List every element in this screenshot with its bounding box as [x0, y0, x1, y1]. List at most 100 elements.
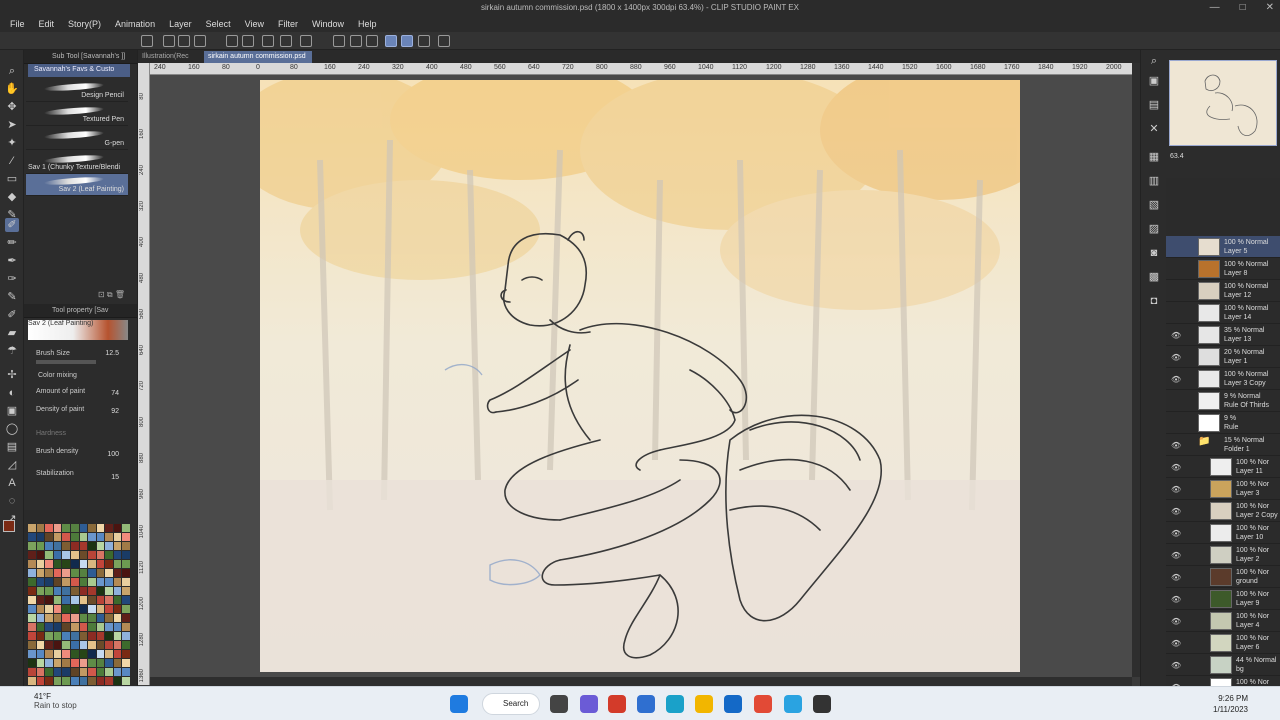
amount-of-paint-value[interactable]: 74	[111, 390, 119, 397]
color-swatch[interactable]	[28, 659, 36, 667]
color-swatch[interactable]	[45, 605, 53, 613]
color-swatch[interactable]	[105, 614, 113, 622]
airbrush-icon[interactable]: ✒	[5, 254, 19, 268]
color-swatch[interactable]	[105, 587, 113, 595]
color-swatch[interactable]	[79, 650, 88, 658]
color-swatch[interactable]	[70, 533, 79, 541]
color-swatch[interactable]	[88, 542, 96, 550]
color-swatch[interactable]	[122, 605, 130, 613]
color-swatch[interactable]	[62, 533, 70, 541]
edge-icon[interactable]	[666, 695, 684, 713]
auto-select-icon[interactable]: ✦	[5, 136, 19, 150]
layer-row[interactable]: 👁 100 % Nor ground	[1166, 566, 1280, 588]
color-swatch[interactable]	[105, 569, 113, 577]
color-swatch[interactable]	[96, 614, 105, 622]
color-swatch[interactable]	[88, 641, 96, 649]
layer-row[interactable]: 100 % Normal Layer 5	[1166, 236, 1280, 258]
color-swatch[interactable]	[79, 668, 88, 676]
selection-icon[interactable]: ▭	[5, 172, 19, 186]
save-icon[interactable]	[194, 35, 206, 47]
menu-help[interactable]: Help	[358, 19, 377, 29]
color-swatch[interactable]	[53, 551, 62, 559]
color-swatch[interactable]	[62, 668, 70, 676]
color-swatch[interactable]	[70, 623, 79, 631]
color-swatch[interactable]	[96, 632, 105, 640]
layer-visibility-icon[interactable]: 👁	[1171, 485, 1181, 494]
color-swatch[interactable]	[70, 650, 79, 658]
color-swatch[interactable]	[28, 614, 36, 622]
color-swatch[interactable]	[88, 668, 96, 676]
material-icon[interactable]: ▣	[1147, 74, 1161, 88]
color-swatch[interactable]	[105, 560, 113, 568]
layer-visibility-icon[interactable]: 👁	[1171, 529, 1181, 538]
color-swatch[interactable]	[96, 605, 105, 613]
ruler-icon[interactable]: ◿	[5, 458, 19, 472]
color-swatch[interactable]	[105, 632, 113, 640]
color-swatch[interactable]	[113, 659, 122, 667]
menu-animation[interactable]: Animation	[115, 19, 155, 29]
undo-icon[interactable]	[226, 35, 238, 47]
menu-select[interactable]: Select	[206, 19, 231, 29]
color-swatch[interactable]	[122, 551, 130, 559]
color-swatch[interactable]	[79, 524, 88, 532]
color-swatch[interactable]	[62, 560, 70, 568]
color-swatch[interactable]	[70, 560, 79, 568]
color-swatch[interactable]	[79, 551, 88, 559]
layer-visibility-icon[interactable]: 👁	[1171, 353, 1181, 362]
color-swatch[interactable]	[113, 578, 122, 586]
layer-row[interactable]: 👁 100 % Nor Layer 2	[1166, 544, 1280, 566]
layer-visibility-icon[interactable]: 👁	[1171, 617, 1181, 626]
color-swatch[interactable]	[45, 533, 53, 541]
color-swatch[interactable]	[88, 677, 96, 685]
color-swatch[interactable]	[113, 569, 122, 577]
color-swatch[interactable]	[62, 596, 70, 604]
color-swatch[interactable]	[62, 524, 70, 532]
color-swatch[interactable]	[122, 578, 130, 586]
figure-icon[interactable]: ✢	[5, 368, 19, 382]
menu-file[interactable]: File	[10, 19, 25, 29]
color-swatch[interactable]	[113, 677, 122, 685]
color-swatch[interactable]	[28, 605, 36, 613]
layer-visibility-icon[interactable]: 👁	[1171, 507, 1181, 516]
snap-ruler-icon[interactable]	[385, 35, 397, 47]
color-swatch[interactable]	[105, 551, 113, 559]
color-swatch[interactable]	[88, 524, 96, 532]
open-file-icon[interactable]	[178, 35, 190, 47]
color-swatch[interactable]	[79, 641, 88, 649]
brush-item[interactable]: Design Pencil	[26, 80, 128, 102]
color-swatch[interactable]	[70, 542, 79, 550]
eyedropper-icon[interactable]: ⁄	[5, 154, 19, 168]
color-swatch[interactable]	[28, 668, 36, 676]
color-swatch[interactable]	[105, 623, 113, 631]
color-swatch[interactable]	[70, 551, 79, 559]
color-swatch[interactable]	[96, 623, 105, 631]
color-swatch[interactable]	[88, 632, 96, 640]
color-swatch[interactable]	[36, 533, 45, 541]
color-swatch[interactable]	[105, 578, 113, 586]
vertical-scrollbar[interactable]	[1132, 63, 1140, 677]
ink-icon[interactable]: ✐	[5, 308, 19, 322]
color-swatch[interactable]	[62, 659, 70, 667]
color-swatch[interactable]	[88, 659, 96, 667]
color-swatch[interactable]	[70, 605, 79, 613]
color-swatch[interactable]	[28, 569, 36, 577]
color-swatch[interactable]	[70, 614, 79, 622]
color-swatch[interactable]	[105, 524, 113, 532]
color-swatch[interactable]	[45, 632, 53, 640]
color-swatch[interactable]	[88, 551, 96, 559]
eraser-icon[interactable]: ▰	[5, 326, 19, 340]
layer-row[interactable]: 100 % Normal Layer 12	[1166, 280, 1280, 302]
color-swatch[interactable]	[113, 560, 122, 568]
color-swatch[interactable]	[113, 650, 122, 658]
color-swatch[interactable]	[88, 587, 96, 595]
color-swatch[interactable]	[28, 623, 36, 631]
color-swatch[interactable]	[28, 596, 36, 604]
color-swatch[interactable]	[53, 560, 62, 568]
color-swatch[interactable]	[45, 569, 53, 577]
camera-icon[interactable]: ◙	[1147, 246, 1161, 260]
tab-illustration[interactable]: Illustration(Rec	[138, 51, 195, 63]
color-swatch[interactable]	[62, 650, 70, 658]
layer-row[interactable]: 100 % Normal Layer 14	[1166, 302, 1280, 324]
density-of-paint-value[interactable]: 92	[111, 408, 119, 415]
color-swatch[interactable]	[62, 551, 70, 559]
